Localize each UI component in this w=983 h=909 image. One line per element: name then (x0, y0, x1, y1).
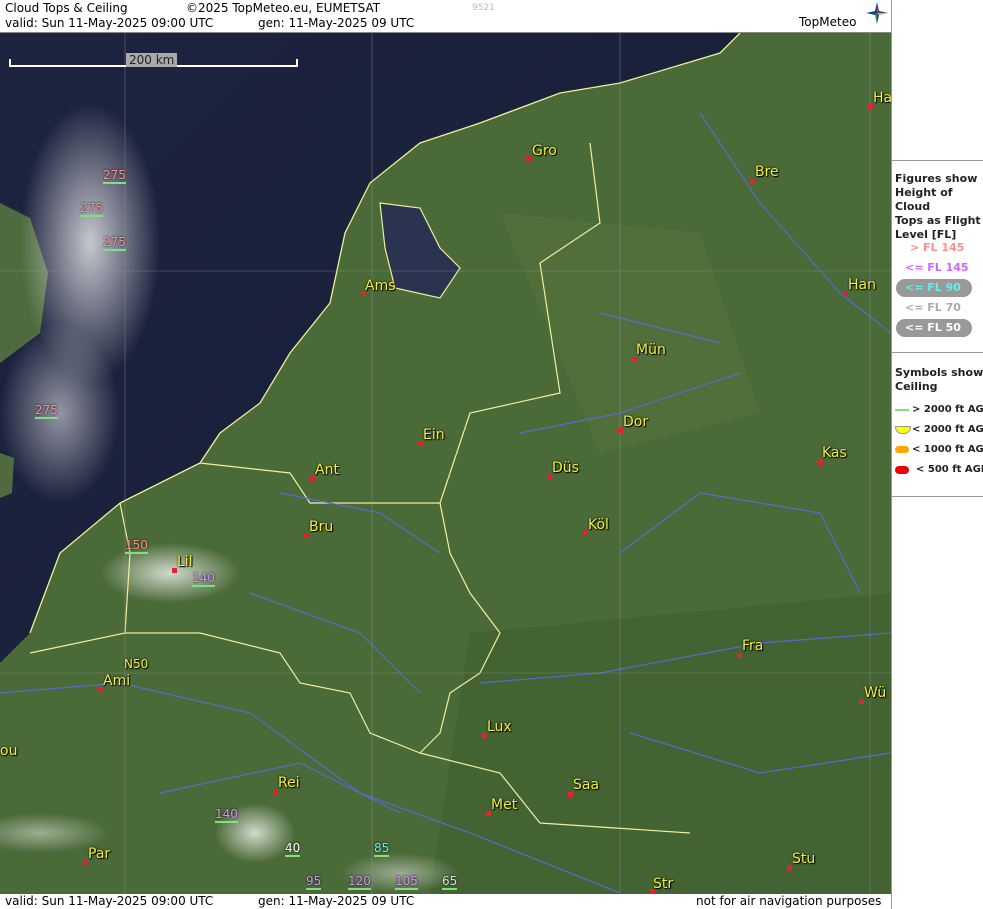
legend-fl-90: <= FL 90 (905, 281, 961, 294)
scale-label: 200 km (126, 53, 178, 67)
city-label[interactable]: Kas (822, 445, 847, 461)
flight-level-label: 150 (125, 538, 148, 554)
legend-fl-above-145: > FL 145 (910, 241, 965, 254)
compass-logo-icon (866, 2, 888, 24)
map-footer: valid: Sun 11-May-2025 09:00 UTC gen: 11… (0, 894, 891, 909)
footer-generated-time: gen: 11-May-2025 09 UTC (258, 894, 415, 908)
legend-ceiling-below-2000: < 2000 ft AGL (912, 424, 983, 435)
city-label[interactable]: Par (88, 846, 110, 862)
city-label[interactable]: Stu (792, 851, 815, 867)
flight-level-label: 40 (285, 841, 301, 857)
flight-level-label: 275 (103, 235, 126, 251)
city-label[interactable]: Han (848, 277, 876, 293)
city-label[interactable]: Ami (103, 673, 130, 689)
legend-ceiling-above-2000: > 2000 ft AGL (912, 404, 983, 415)
legend-ceiling-below-500: < 500 ft AGL (916, 464, 983, 475)
flight-level-label: 140 (192, 571, 215, 587)
flight-level-label: 65 (442, 874, 458, 890)
city-marker (526, 156, 531, 161)
city-label[interactable]: Mün (636, 342, 666, 358)
valid-time: valid: Sun 11-May-2025 09:00 UTC (5, 16, 214, 30)
flight-level-label: 85 (374, 841, 390, 857)
flight-level-label: 275 (103, 168, 126, 184)
city-label[interactable]: Rei (278, 775, 300, 791)
ceiling-symbol-below-1000 (895, 446, 909, 453)
city-label[interactable]: Wü (864, 685, 886, 701)
city-label[interactable]: Str (653, 876, 673, 892)
city-label[interactable]: Bru (309, 519, 333, 535)
flight-level-label: 105 (395, 874, 418, 890)
legend-ceiling-below-1000: < 1000 ft AGL (912, 444, 983, 455)
ceiling-symbol-below-500 (895, 466, 909, 474)
scale-bar: 200 km (9, 53, 298, 69)
flight-level-label: 275 (80, 201, 103, 217)
city-label[interactable]: Ams (365, 278, 396, 294)
legend-fl-70: <= FL 70 (905, 301, 961, 314)
map-code: 9521 (472, 3, 495, 13)
ceiling-symbol-below-2000 (895, 426, 911, 434)
city-label[interactable]: Gro (532, 143, 557, 159)
latitude-label: N50 (124, 657, 149, 671)
city-label[interactable]: Köl (588, 517, 609, 533)
city-label[interactable]: Düs (552, 460, 579, 476)
city-label[interactable]: Ein (423, 427, 445, 443)
city-label[interactable]: Dor (623, 414, 648, 430)
flight-level-label: 275 (35, 403, 58, 419)
map-header: Cloud Tops & Ceiling ©2025 TopMeteo.eu, … (0, 0, 891, 33)
map-title: Cloud Tops & Ceiling (5, 1, 128, 15)
city-label[interactable]: Met (491, 797, 517, 813)
flight-level-label: 120 (348, 874, 371, 890)
brand-logo-text: TopMeteo (799, 15, 857, 29)
footer-valid-time: valid: Sun 11-May-2025 09:00 UTC (5, 894, 214, 908)
legend-panel: Figures show Height of Cloud Tops as Fli… (891, 0, 983, 909)
city-label[interactable]: Lil (177, 554, 193, 570)
city-label[interactable]: Ant (315, 462, 339, 478)
map-background (0, 33, 891, 894)
city-label[interactable]: Bre (755, 164, 779, 180)
flight-level-label: 140 (215, 807, 238, 823)
heights-legend-title: Figures show Height of Cloud Tops as Fli… (895, 172, 981, 241)
city-label[interactable]: Lux (487, 719, 512, 735)
satellite-map[interactable]: 200 km N50 Ha Gro Bre Ams Han Mün Dor Ei… (0, 33, 891, 894)
flight-level-label: 95 (306, 874, 322, 890)
legend-fl-50: <= FL 50 (905, 321, 961, 334)
city-label[interactable]: ou (0, 743, 17, 759)
city-label[interactable]: Ha (873, 90, 891, 106)
city-label[interactable]: Fra (742, 638, 763, 654)
disclaimer: not for air navigation purposes (696, 894, 882, 908)
city-label[interactable]: Saa (573, 777, 599, 793)
generated-time: gen: 11-May-2025 09 UTC (258, 16, 415, 30)
ceiling-symbol-above-2000 (895, 409, 909, 411)
ceiling-legend-title: Symbols show Ceiling (895, 366, 983, 393)
legend-fl-145: <= FL 145 (905, 261, 969, 274)
copyright: ©2025 TopMeteo.eu, EUMETSAT (186, 1, 381, 15)
